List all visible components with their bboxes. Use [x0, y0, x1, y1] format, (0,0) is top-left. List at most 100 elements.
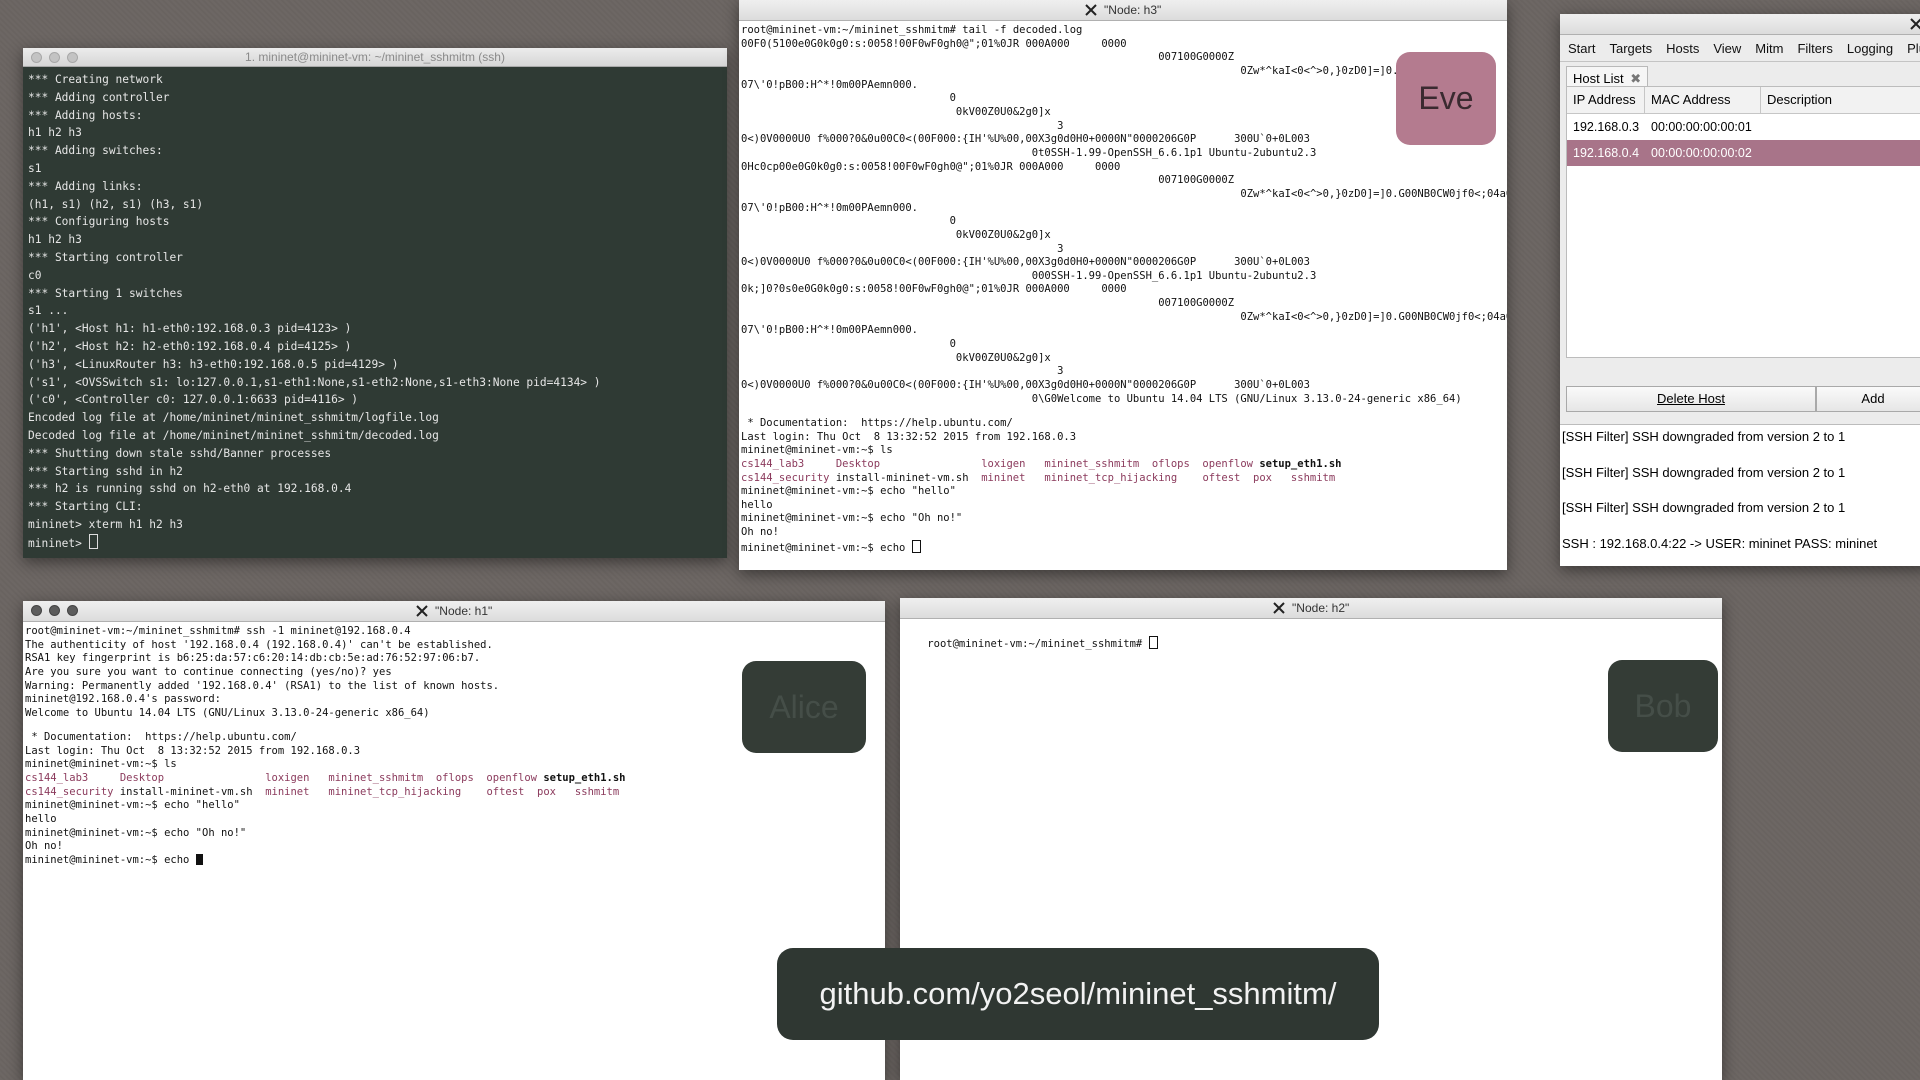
menu-item-start[interactable]: Start [1568, 41, 1595, 56]
add-host-label: Add [1861, 391, 1885, 406]
ettercap-titlebar[interactable] [1560, 14, 1920, 35]
ls-entry: sshmitm [1290, 471, 1336, 484]
table-row[interactable]: 192.168.0.3 00:00:00:00:00:01 [1567, 114, 1920, 140]
x11-icon [1272, 602, 1285, 614]
host-mac: 00:00:00:00:00:01 [1651, 120, 1752, 134]
minimize-button[interactable] [49, 605, 60, 616]
ls-entry: setup_eth1.sh [1259, 457, 1342, 470]
ls-entry: oftest [486, 785, 525, 798]
mininet-terminal-output[interactable]: *** Creating network *** Adding controlle… [23, 67, 727, 558]
col-mac-address[interactable]: MAC Address [1645, 87, 1761, 113]
terminal-line: 0kV00Z0U0&2g0]x [741, 105, 1051, 118]
window-controls[interactable] [31, 605, 78, 616]
window-title: "Node: h3" [1104, 3, 1162, 17]
menu-item-hosts[interactable]: Hosts [1666, 41, 1699, 56]
host-ip: 192.168.0.3 [1573, 120, 1640, 134]
ls-entry: mininet_sshmitm [328, 772, 424, 785]
terminal-line: ('h2', <Host h2: h2-eth0:192.168.0.4 pid… [28, 339, 352, 353]
ls-output-row: cs144_lab3 Desktop loxigen mininet_sshmitm o… [25, 772, 883, 786]
delete-host-button[interactable]: Delete Host [1566, 386, 1816, 412]
terminal-line: *** Configuring hosts [28, 215, 170, 229]
mininet-ssh-titlebar[interactable]: 1. mininet@mininet-vm: ~/mininet_sshmitm… [23, 48, 727, 67]
terminal-line: 0<)0V0000U0 f%000?0&0u00C0<(00F000:{IH'%… [741, 256, 1310, 269]
ls-entry: loxigen [981, 457, 1026, 470]
ettercap-log-pane[interactable]: [SSH Filter] SSH downgraded from version… [1560, 424, 1920, 566]
ls-entry: mininet_tcp_hijacking [328, 785, 462, 798]
terminal-line: s1 ... [28, 304, 69, 318]
col-description[interactable]: Description [1761, 87, 1920, 113]
terminal-line: ('h3', <LinuxRouter h3: h3-eth0:192.168.… [28, 357, 399, 371]
close-button[interactable] [31, 605, 42, 616]
menu-item-logging[interactable]: Logging [1847, 41, 1893, 56]
h3-terminal-output[interactable]: root@mininet-vm:~/mininet_sshmitm# tail … [739, 21, 1507, 570]
terminal-line: 0kV00Z0U0&2g0]x [741, 228, 1051, 241]
host-desc [1761, 140, 1920, 166]
host-list-table[interactable]: IP Address MAC Address Description 192.1… [1566, 86, 1920, 358]
terminal-line: *** Creating network [28, 73, 163, 86]
ls-entry: mininet [981, 471, 1026, 484]
bob-badge-label: Bob [1634, 687, 1692, 724]
mininet-ssh-window[interactable]: 1. mininet@mininet-vm: ~/mininet_sshmitm… [23, 48, 727, 558]
terminal-line: 007100G0000Z [741, 174, 1235, 187]
ls-entry: pox [537, 785, 556, 798]
host-list-tab-label: Host List [1573, 71, 1624, 86]
terminal-line: Oh no! [741, 526, 779, 539]
menu-item-mitm[interactable]: Mitm [1755, 41, 1783, 56]
xterm-h3-titlebar[interactable]: "Node: h3" [739, 0, 1507, 21]
window-title: "Node: h2" [1292, 601, 1350, 615]
col-ip-address[interactable]: IP Address [1567, 87, 1645, 113]
zoom-button[interactable] [67, 52, 78, 63]
xterm-h1-titlebar[interactable]: "Node: h1" [23, 601, 885, 622]
terminal-line: 0Zw*^kaI<0<^>0,}0zD0]=]0.G00NB0CW0jf0<; [741, 64, 1487, 77]
terminal-line: mininet> [28, 533, 722, 553]
terminal-line: mininet> xterm h1 h2 h3 [28, 517, 183, 531]
terminal-line: 0Zw*^kaI<0<^>0,}0zD0]=]0.G00NB0CW0jf0<;0… [1240, 187, 1507, 200]
x11-icon [1084, 4, 1097, 16]
terminal-line: 3 [741, 242, 1064, 255]
terminal-line: 0kV00Z0U0&2g0]x [741, 351, 1051, 364]
terminal-line: mininet@mininet-vm:~$ echo [25, 854, 883, 868]
terminal-line: 0Hc0cp00e0G0k0g0:s:0058!00F0wF0gh0@";01%… [741, 160, 1121, 173]
terminal-line: 0 [741, 215, 956, 228]
eve-badge: Eve [1396, 52, 1496, 145]
log-line: SSH : 192.168.0.4:22 -> USER: mininet PA… [1562, 535, 1878, 551]
terminal-line: (h1, s1) (h2, s1) (h3, s1) [28, 197, 204, 211]
ettercap-window[interactable]: Start Targets Hosts View Mitm Filters Logging P… [1560, 14, 1920, 566]
xterm-h3-window[interactable]: "Node: h3" root@mininet-vm:~/mininet_ssh… [739, 0, 1507, 570]
zoom-button[interactable] [67, 605, 78, 616]
close-button[interactable] [31, 52, 42, 63]
terminal-line: 000SSH-1.99-OpenSSH_6.6.1p1 Ubuntu-2ubun… [741, 269, 1317, 282]
minimize-button[interactable] [49, 52, 60, 63]
ls-entry: oflops [1151, 457, 1190, 470]
ls-entry: cs144_security [25, 785, 114, 798]
menu-item-filters[interactable]: Filters [1797, 41, 1832, 56]
terminal-line: 0<)0V0000U0 f%000?0&0u00C0<(00F000:{IH'%… [741, 133, 1310, 146]
host-table-header: IP Address MAC Address Description [1567, 87, 1920, 114]
menu-item-targets[interactable]: Targets [1609, 41, 1652, 56]
ls-entry: Desktop [835, 457, 881, 470]
add-host-button[interactable]: Add [1816, 386, 1920, 412]
terminal-line: Oh no! [25, 840, 63, 853]
menu-item-view[interactable]: View [1713, 41, 1741, 56]
table-row[interactable]: 192.168.0.4 00:00:00:00:00:02 [1567, 140, 1920, 166]
xterm-h1-window[interactable]: "Node: h1" root@mininet-vm:~/mininet_ssh… [23, 601, 885, 1080]
host-mac: 00:00:00:00:00:02 [1651, 146, 1752, 160]
ls-entry: cs144_lab3 [25, 772, 89, 785]
xterm-h2-titlebar[interactable]: "Node: h2" [900, 598, 1722, 619]
menu-item-plu[interactable]: Plu [1907, 41, 1920, 56]
alice-badge-label: Alice [769, 688, 839, 725]
terminal-cursor [195, 854, 203, 865]
terminal-line: *** Starting 1 switches [28, 286, 183, 300]
terminal-line: mininet@mininet-vm:~$ echo "hello" [25, 799, 240, 812]
terminal-line: ('c0', <Controller c0: 127.0.0.1:6633 pi… [28, 393, 359, 407]
terminal-line: 07\'0!pB00:H^*!0m00PAemn000. [741, 324, 919, 337]
ls-entry: Desktop [119, 772, 165, 785]
terminal-line: mininet@mininet-vm:~$ ls [741, 444, 893, 457]
window-controls[interactable] [31, 52, 78, 63]
ettercap-menubar[interactable]: Start Targets Hosts View Mitm Filters Logging P… [1560, 35, 1920, 62]
ls-entry: oftest [1202, 471, 1241, 484]
terminal-line: 00F0(5100e0G0k0g0:s:0058!00F0wF0gh0@";01… [741, 37, 1127, 50]
close-tab-icon[interactable]: ✖ [1630, 71, 1641, 86]
terminal-line: *** Adding switches: [28, 144, 163, 158]
